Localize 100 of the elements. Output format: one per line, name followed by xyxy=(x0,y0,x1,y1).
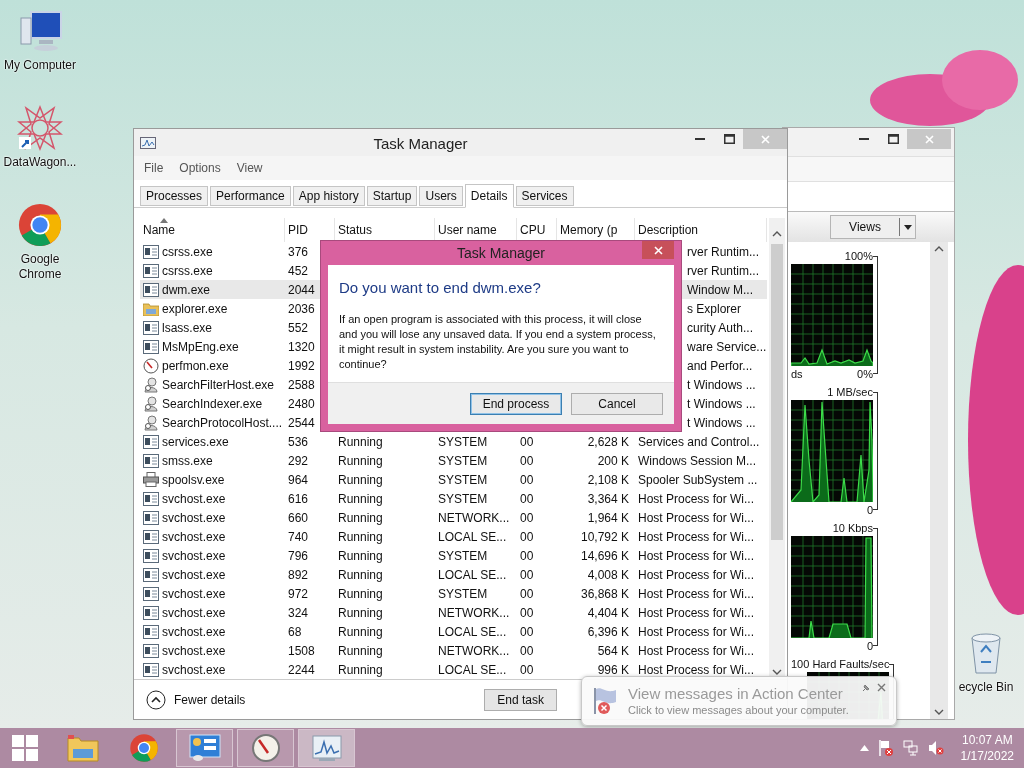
tab[interactable]: Services xyxy=(515,186,574,206)
scroll-up-icon[interactable] xyxy=(934,245,944,253)
table-cell-text: Running xyxy=(338,642,383,660)
table-cell-text: SYSTEM xyxy=(438,433,488,451)
table-cell[interactable]: svchost.exe xyxy=(162,546,226,565)
pin-icon[interactable] xyxy=(861,683,871,693)
table-cell-text: 00 xyxy=(520,547,534,565)
table-cell-text: 36,868 K xyxy=(580,585,629,603)
person-search-icon xyxy=(143,414,159,431)
table-cell-text: 1320 xyxy=(288,338,315,356)
tab[interactable]: Users xyxy=(419,186,463,206)
show-hidden-icons-icon[interactable] xyxy=(859,745,869,751)
table-cell[interactable]: services.exe xyxy=(162,432,229,451)
graph-scale-label: 0 xyxy=(866,639,873,654)
table-cell-text: 616 xyxy=(288,490,309,508)
menu-item[interactable]: File xyxy=(144,159,164,177)
table-cell[interactable]: SearchIndexer.exe xyxy=(162,394,263,413)
end-task-button[interactable]: End task xyxy=(484,688,557,711)
tab[interactable]: Startup xyxy=(366,186,418,206)
taskbar-button[interactable] xyxy=(176,729,233,767)
window-icon xyxy=(143,244,159,259)
table-cell-text: 2036 xyxy=(288,300,315,318)
desktop-icon-label[interactable]: DataWagon... xyxy=(1,155,79,170)
table-cell[interactable]: perfmon.exe xyxy=(162,356,229,375)
flag-error-icon[interactable] xyxy=(877,739,894,757)
table-cell-text: 972 xyxy=(288,585,309,603)
scrollbar[interactable] xyxy=(769,218,785,678)
collapse-icon xyxy=(146,689,166,710)
table-cell-text: s Explorer xyxy=(687,300,742,318)
notification-toast[interactable]: View messages in Action Center Click to view messages about your computer. xyxy=(581,676,897,726)
window-icon xyxy=(143,282,159,297)
table-cell[interactable]: explorer.exe xyxy=(162,299,228,318)
muted-speaker-icon[interactable] xyxy=(927,740,944,756)
table-cell-text: Windows Session M... xyxy=(638,452,757,470)
table-cell-text: Services and Control... xyxy=(638,433,760,451)
scroll-down-icon[interactable] xyxy=(934,708,944,716)
table-cell[interactable]: csrss.exe xyxy=(162,261,213,280)
table-cell[interactable]: smss.exe xyxy=(162,451,213,470)
graph-caption: ds xyxy=(791,367,803,382)
table-cell[interactable]: dwm.exe xyxy=(162,280,211,299)
dialog-button[interactable]: End process xyxy=(470,392,562,415)
table-cell-text: Host Process for Wi... xyxy=(638,642,755,660)
table-cell[interactable]: SearchFilterHost.exe xyxy=(162,375,275,394)
column-header[interactable]: Name xyxy=(140,218,285,242)
table-cell[interactable]: svchost.exe xyxy=(162,489,226,508)
table-cell[interactable]: svchost.exe xyxy=(162,584,226,603)
gauge-icon xyxy=(250,733,281,763)
table-cell-text: 324 xyxy=(288,604,309,622)
tab[interactable]: Performance xyxy=(210,186,291,206)
table-cell[interactable]: spoolsv.exe xyxy=(162,470,225,489)
scroll-up-icon[interactable] xyxy=(772,230,782,238)
table-cell-text: 964 xyxy=(288,471,309,489)
gauge-icon xyxy=(143,357,159,374)
tab[interactable]: Processes xyxy=(140,186,209,206)
chrome-icon xyxy=(128,733,159,763)
table-cell[interactable]: svchost.exe xyxy=(162,660,226,679)
close-icon xyxy=(760,134,770,144)
table-cell[interactable]: svchost.exe xyxy=(162,603,226,622)
table-cell-text: curity Auth... xyxy=(687,319,754,337)
close-button[interactable] xyxy=(642,241,674,259)
table-cell-text: 00 xyxy=(520,490,534,508)
table-cell[interactable]: svchost.exe xyxy=(162,622,226,641)
network-icon[interactable] xyxy=(902,740,919,756)
graph-scale-label: 0 xyxy=(866,503,873,518)
table-cell[interactable]: svchost.exe xyxy=(162,508,226,527)
taskbar-button[interactable] xyxy=(298,729,355,767)
views-button[interactable]: Views xyxy=(830,215,916,239)
table-cell-text: SYSTEM xyxy=(438,547,488,565)
table-cell[interactable]: svchost.exe xyxy=(162,641,226,660)
scrollbar-thumb[interactable] xyxy=(771,244,783,540)
table-cell[interactable]: svchost.exe xyxy=(162,565,226,584)
menu-item[interactable]: View xyxy=(236,159,263,177)
dropdown-arrow-icon xyxy=(903,224,912,230)
table-cell-text: Running xyxy=(338,452,383,470)
tab[interactable]: App history xyxy=(292,186,365,206)
scrollbar[interactable] xyxy=(930,242,948,719)
desktop-icon-label[interactable]: My Computer xyxy=(1,58,79,73)
table-cell-text: LOCAL SE... xyxy=(438,623,507,641)
desktop-icon-label[interactable]: ecycle Bin xyxy=(958,680,1014,695)
taskbar-button[interactable] xyxy=(237,729,294,767)
table-cell-text: 00 xyxy=(520,566,534,584)
table-cell[interactable]: SearchProtocolHost.... xyxy=(162,413,283,432)
window-icon xyxy=(143,605,159,620)
fewer-details-button[interactable]: Fewer details xyxy=(146,689,246,710)
table-cell[interactable]: MsMpEng.exe xyxy=(162,337,239,356)
table-cell-text: 2,108 K xyxy=(587,471,629,489)
dialog-button[interactable]: Cancel xyxy=(571,392,663,415)
table-cell[interactable]: lsass.exe xyxy=(162,318,213,337)
scroll-down-icon[interactable] xyxy=(772,668,782,676)
table-cell-text: 00 xyxy=(520,585,534,603)
menu-item[interactable]: Options xyxy=(179,159,221,177)
printer-icon xyxy=(143,472,159,487)
close-icon[interactable] xyxy=(877,683,886,692)
desktop-icon-label[interactable]: Google Chrome xyxy=(1,252,79,282)
table-cell[interactable]: svchost.exe xyxy=(162,527,226,546)
table-cell-text: 796 xyxy=(288,547,309,565)
table-cell[interactable]: csrss.exe xyxy=(162,242,213,261)
table-cell-text: t Windows ... xyxy=(687,376,756,394)
recycle-bin-icon xyxy=(969,632,1003,674)
tab[interactable]: Details xyxy=(464,184,514,208)
